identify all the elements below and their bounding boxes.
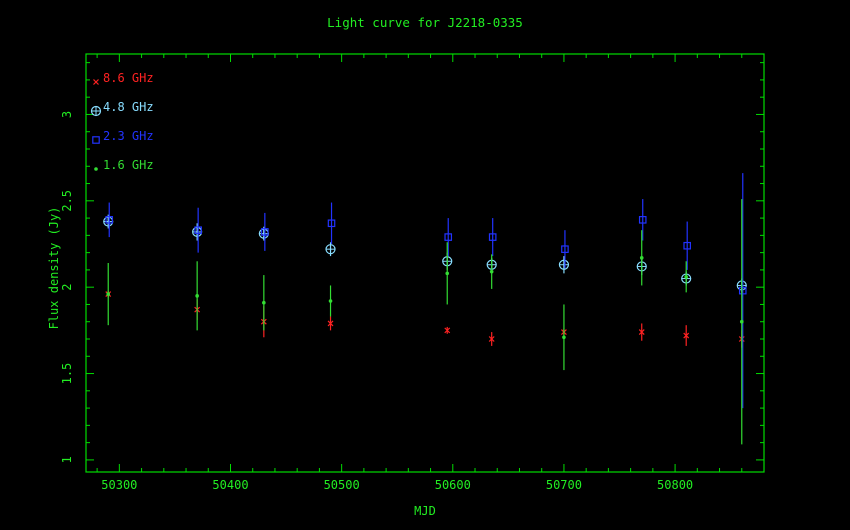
data-point bbox=[489, 269, 494, 274]
legend-label: 1.6 GHz bbox=[103, 158, 154, 172]
y-axis-label: Flux density (Jy) bbox=[47, 207, 61, 330]
data-point bbox=[195, 294, 199, 298]
legend-marker bbox=[90, 105, 102, 117]
data-point bbox=[562, 335, 566, 340]
x-tick-label: 50400 bbox=[212, 478, 248, 492]
y-tick-label: 2 bbox=[60, 284, 74, 291]
data-point bbox=[684, 275, 688, 279]
x-tick-label: 50300 bbox=[101, 478, 137, 492]
data-point bbox=[639, 256, 644, 260]
chart-title: Light curve for J2218-0335 bbox=[327, 15, 523, 30]
data-point bbox=[262, 300, 266, 305]
data-point bbox=[192, 226, 203, 238]
x-tick-label: 50500 bbox=[324, 478, 360, 492]
chart-canvas: Light curve for J2218-0335 MJD Flux dens… bbox=[0, 0, 850, 526]
data-point bbox=[445, 271, 450, 276]
data-point bbox=[328, 299, 333, 303]
y-tick-label: 2.5 bbox=[60, 190, 74, 212]
data-point bbox=[106, 292, 111, 296]
y-tick-label: 1 bbox=[60, 456, 74, 463]
data-point bbox=[325, 244, 336, 255]
light-curve-chart: Light curve for J2218-0335 MJD Flux dens… bbox=[0, 0, 850, 526]
legend-label: 4.8 GHz bbox=[103, 100, 154, 114]
legend-label: 2.3 GHz bbox=[103, 129, 154, 143]
data-point bbox=[739, 319, 744, 324]
y-tick-label: 3 bbox=[60, 111, 74, 118]
data-point bbox=[103, 216, 114, 227]
data-point bbox=[258, 228, 269, 239]
x-tick-label: 50600 bbox=[435, 478, 471, 492]
y-tick-label: 1.5 bbox=[60, 363, 74, 385]
data-point bbox=[558, 259, 570, 270]
x-axis-label: MJD bbox=[414, 504, 436, 518]
x-tick-label: 50800 bbox=[657, 478, 693, 492]
legend-label: 8.6 GHz bbox=[103, 71, 154, 85]
x-tick-label: 50700 bbox=[546, 478, 582, 492]
legend-marker bbox=[94, 167, 98, 171]
